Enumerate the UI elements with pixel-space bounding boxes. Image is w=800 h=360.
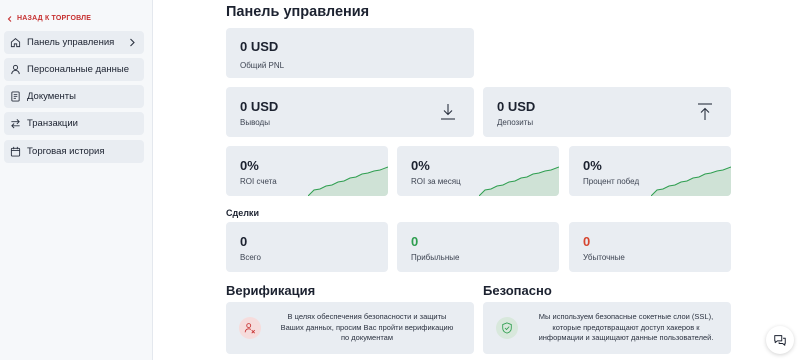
sidebar-item-label: Торговая история: [27, 146, 105, 157]
sidebar-item-transactions[interactable]: Транзакции: [4, 112, 144, 135]
withdrawals-card[interactable]: 0 USD Выводы: [226, 87, 474, 137]
verification-card[interactable]: В целях обеспечения безопасности и защит…: [226, 302, 474, 354]
user-icon: [10, 64, 21, 75]
user-reject-icon: [239, 317, 261, 339]
document-icon: [10, 91, 21, 102]
sidebar-item-label: Транзакции: [27, 118, 78, 129]
sidebar-item-personal-data[interactable]: Персональные данные: [4, 58, 144, 81]
withdrawals-label: Выводы: [240, 118, 270, 127]
roi-month-card: 0% ROI за месяц: [397, 146, 559, 196]
sidebar-item-trade-history[interactable]: Торговая история: [4, 140, 144, 163]
shield-check-icon: [496, 317, 518, 339]
trades-section-label: Сделки: [226, 208, 259, 218]
roi-account-sparkline: [308, 166, 388, 196]
trades-total-value: 0: [240, 234, 248, 249]
download-icon: [441, 104, 455, 120]
home-icon: [10, 37, 21, 48]
total-pnl-label: Общий PNL: [240, 61, 285, 70]
win-rate-value: 0%: [583, 158, 602, 173]
security-title: Безопасно: [483, 283, 552, 298]
deposits-label: Депозиты: [497, 118, 534, 127]
roi-month-label: ROI за месяц: [411, 177, 461, 186]
sidebar: НАЗАД К ТОРГОВЛЕ Панель управления Персо…: [0, 0, 153, 360]
roi-account-card: 0% ROI счета: [226, 146, 388, 196]
upload-icon: [698, 103, 712, 120]
roi-month-sparkline: [479, 166, 559, 196]
roi-account-value: 0%: [240, 158, 259, 173]
chevron-right-icon: [130, 38, 135, 47]
security-card: Мы используем безопасные сокетные слои (…: [483, 302, 731, 354]
sidebar-item-label: Документы: [27, 91, 76, 102]
sidebar-item-dashboard[interactable]: Панель управления: [4, 31, 144, 54]
trades-total-card: 0 Всего: [226, 222, 388, 272]
win-rate-card: 0% Процент побед: [569, 146, 731, 196]
chat-icon: [774, 335, 786, 346]
main-content: Панель управления 0 USD Общий PNL 0 USD …: [153, 0, 800, 360]
trades-losing-card: 0 Убыточные: [569, 222, 731, 272]
total-pnl-card: 0 USD Общий PNL: [226, 28, 474, 78]
trades-losing-label: Убыточные: [583, 253, 625, 262]
total-pnl-value: 0 USD: [240, 39, 279, 54]
sidebar-item-label: Панель управления: [27, 37, 115, 48]
trades-total-label: Всего: [240, 253, 261, 262]
calendar-icon: [10, 146, 21, 157]
verification-title: Верификация: [226, 283, 316, 298]
back-to-trading-link[interactable]: НАЗАД К ТОРГОВЛЕ: [7, 15, 91, 22]
withdrawals-value: 0 USD: [240, 99, 279, 114]
security-text: Мы используем безопасные сокетные слои (…: [538, 312, 714, 342]
roi-account-label: ROI счета: [240, 177, 277, 186]
chevron-left-icon: [7, 15, 12, 22]
transfer-icon: [10, 118, 21, 129]
roi-month-value: 0%: [411, 158, 430, 173]
trades-profitable-label: Прибыльные: [411, 253, 460, 262]
deposits-value: 0 USD: [497, 99, 536, 114]
trades-losing-value: 0: [583, 234, 591, 249]
verification-text: В целях обеспечения безопасности и защит…: [280, 312, 454, 342]
page-title: Панель управления: [226, 4, 370, 20]
trades-profitable-value: 0: [411, 234, 419, 249]
back-link-label: НАЗАД К ТОРГОВЛЕ: [17, 15, 92, 22]
win-rate-sparkline: [651, 166, 731, 196]
win-rate-label: Процент побед: [583, 177, 640, 186]
sidebar-item-documents[interactable]: Документы: [4, 85, 144, 108]
support-chat-button[interactable]: [766, 326, 794, 354]
sidebar-item-label: Персональные данные: [27, 64, 129, 75]
deposits-card[interactable]: 0 USD Депозиты: [483, 87, 731, 137]
trades-profitable-card: 0 Прибыльные: [397, 222, 559, 272]
